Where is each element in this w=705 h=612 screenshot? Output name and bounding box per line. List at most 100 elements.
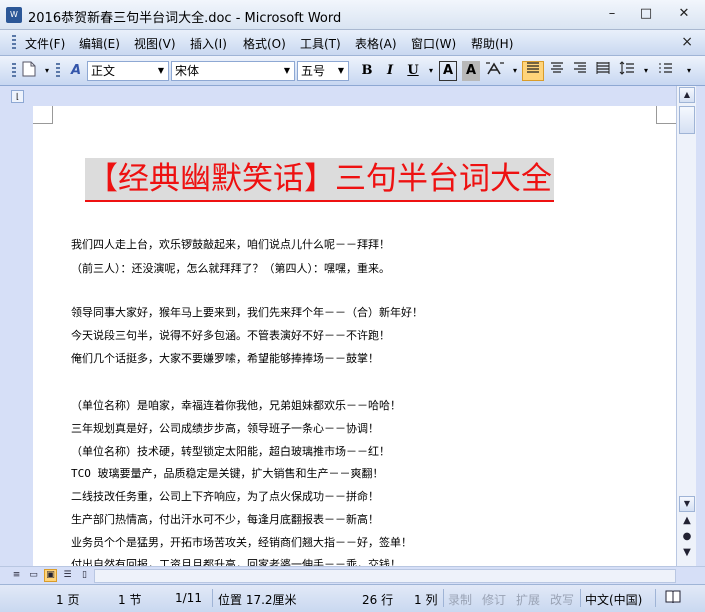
status-page-count: 1/11	[175, 591, 202, 605]
chevron-down-icon[interactable]: ▼	[154, 62, 168, 80]
document-line[interactable]: （单位名称）是咱家，幸福连着你我他，兄弟姐妹都欢乐－－哈哈！	[71, 397, 401, 413]
toolbar-options-dropdown[interactable]: ▾	[38, 61, 56, 81]
line-spacing-icon	[619, 61, 634, 75]
scroll-up-arrow-icon[interactable]: ▲	[679, 87, 695, 103]
status-divider	[580, 589, 581, 607]
document-line[interactable]: TCO 玻璃要量产，品质稳定是关键，扩大销售和生产－－爽翻！	[71, 465, 384, 481]
chevron-down-icon[interactable]: ▼	[280, 62, 294, 80]
styles-formatting-icon[interactable]: A	[66, 61, 86, 81]
web-layout-view-icon[interactable]: ▭	[27, 569, 40, 582]
character-scaling-icon	[486, 62, 504, 75]
document-line[interactable]: 我们四人走上台，欢乐锣鼓敲起来，咱们说点儿什么呢－－拜拜！	[71, 236, 390, 252]
document-line[interactable]: 俺们几个话挺多，大家不要嫌罗嗦，希望能够捧捧场－－鼓掌！	[71, 350, 379, 366]
document-line[interactable]: 领导同事大家好，猴年马上要来到，我们先来拜个年－－（合）新年好！	[71, 304, 423, 320]
document-line[interactable]: （单位名称）技术硬，转型锁定太阳能，超白玻璃推市场－－红！	[71, 443, 390, 459]
menu-tools[interactable]: 工具(T)	[300, 35, 341, 52]
document-line[interactable]: 生产部门热情高，付出汗水可不少，每逢月底翻报表－－新高！	[71, 511, 379, 527]
status-track-changes[interactable]: 修订	[482, 591, 506, 608]
align-center-icon	[551, 62, 563, 73]
menu-edit[interactable]: 编辑(E)	[79, 35, 120, 52]
new-document-button[interactable]	[20, 61, 38, 81]
font-combobox[interactable]: 宋体 ▼	[171, 61, 295, 81]
menu-help[interactable]: 帮助(H)	[471, 35, 513, 52]
outline-view-icon[interactable]: ☰	[61, 569, 74, 582]
status-position: 位置 17.2厘米	[218, 593, 297, 607]
browse-object-icon[interactable]: ●	[679, 530, 695, 546]
status-page: 1 页	[56, 593, 80, 607]
toolbar-grip-handle-2[interactable]	[56, 63, 60, 79]
chevron-down-icon[interactable]: ▼	[334, 62, 348, 80]
word-app-icon[interactable]: W	[6, 7, 22, 23]
menubar-grip-handle[interactable]	[12, 35, 16, 51]
menu-format[interactable]: 格式(O)	[243, 35, 286, 52]
font-size-combobox[interactable]: 五号 ▼	[297, 61, 349, 81]
status-extend-selection[interactable]: 扩展	[516, 591, 540, 608]
document-line[interactable]: （前三人）：还没演呢，怎么就拜拜了？（第四人）：嘿嘿，重来。	[71, 260, 390, 276]
scroll-thumb[interactable]	[679, 106, 695, 134]
document-page[interactable]: 【经典幽默笑话】三句半台词大全 我们四人走上台，欢乐锣鼓敲起来，咱们说点儿什么呢…	[33, 106, 676, 566]
status-record-macro[interactable]: 录制	[448, 591, 472, 608]
align-right-icon	[574, 62, 586, 73]
menu-file[interactable]: 文件(F)	[25, 35, 65, 52]
normal-view-icon[interactable]: ≡	[10, 569, 23, 582]
italic-button[interactable]: I	[381, 61, 399, 81]
numbering-button[interactable]	[656, 61, 676, 81]
menu-insert[interactable]: 插入(I)	[190, 35, 227, 52]
menu-window[interactable]: 窗口(W)	[411, 35, 456, 52]
style-combobox[interactable]: 正文 ▼	[87, 61, 169, 81]
character-scaling-button[interactable]	[484, 61, 506, 81]
page-corner-mark-right	[656, 106, 676, 124]
view-bar: ≡ ▭ ▣ ☰ ▯	[0, 566, 705, 584]
font-size-value: 五号	[301, 64, 326, 78]
status-language[interactable]: 中文(中国)	[585, 591, 642, 608]
title-bar: W 2016恭贺新春三句半台词大全.doc - Microsoft Word –…	[0, 0, 705, 30]
reading-layout-view-icon[interactable]: ▯	[78, 569, 91, 582]
menu-table[interactable]: 表格(A)	[355, 35, 397, 52]
status-overtype[interactable]: 改写	[550, 591, 574, 608]
status-divider	[443, 589, 444, 607]
align-right-button[interactable]	[570, 61, 590, 81]
minimize-button[interactable]: –	[600, 5, 624, 23]
status-divider	[212, 589, 213, 607]
status-section: 1 节	[118, 593, 142, 607]
tab-selector-icon[interactable]: ⌊	[11, 90, 24, 103]
next-page-icon[interactable]: ▼	[679, 546, 695, 562]
toolbar-overflow-dropdown[interactable]: ▾	[680, 61, 698, 81]
toolbar-grip-handle[interactable]	[12, 63, 16, 79]
maximize-button[interactable]: □	[634, 5, 658, 23]
character-border-button[interactable]: A	[439, 61, 457, 81]
previous-page-icon[interactable]: ▲	[679, 514, 695, 530]
bold-button[interactable]: B	[358, 61, 376, 81]
vertical-scrollbar[interactable]: ▲ ▼ ▲ ● ▼	[676, 86, 696, 566]
spelling-grammar-status-icon[interactable]	[664, 589, 682, 608]
align-center-button[interactable]	[547, 61, 567, 81]
print-layout-view-icon[interactable]: ▣	[44, 569, 57, 582]
line-spacing-dropdown[interactable]: ▾	[637, 61, 655, 81]
underline-button[interactable]: U	[404, 61, 422, 81]
distributed-align-button[interactable]	[593, 61, 613, 81]
book-icon	[665, 590, 681, 604]
underline-options-dropdown[interactable]: ▾	[422, 61, 440, 81]
document-title[interactable]: 【经典幽默笑话】三句半台词大全	[85, 158, 554, 202]
document-line[interactable]: 付出自然有回报，工资月月都升高，回家老婆一伸手－－乖，交钱！	[71, 556, 401, 566]
horizontal-scrollbar[interactable]	[94, 569, 676, 583]
document-close-icon[interactable]: ×	[681, 34, 693, 50]
formatting-toolbar: ▾ A 正文 ▼ 宋体 ▼ 五号 ▼ B I U ▾ A A ▾ ▾ ▾	[0, 56, 705, 86]
page-corner-mark-left	[33, 106, 53, 124]
align-justify-button[interactable]	[522, 61, 544, 81]
character-shading-button[interactable]: A	[462, 61, 480, 81]
document-line[interactable]: 二线技改任务重，公司上下齐响应，为了点火保成功－－拼命！	[71, 488, 379, 504]
status-divider	[655, 589, 656, 607]
close-button[interactable]: ✕	[672, 5, 696, 23]
status-column: 1 列	[414, 593, 438, 607]
status-bar: 1 页 1 节 1/11 位置 17.2厘米 26 行 1 列 录制 修订 扩展…	[0, 584, 705, 612]
scroll-down-arrow-icon[interactable]: ▼	[679, 496, 695, 512]
numbering-icon	[659, 63, 672, 73]
menu-view[interactable]: 视图(V)	[134, 35, 176, 52]
document-line[interactable]: 业务员个个是猛男，开拓市场苦攻关，经销商们翘大指－－好，签单！	[71, 534, 412, 550]
style-value: 正文	[91, 64, 116, 78]
line-spacing-button[interactable]	[617, 61, 637, 81]
document-line[interactable]: 三年规划真是好，公司成绩步步高，领导班子一条心－－协调！	[71, 420, 379, 436]
new-document-icon	[22, 61, 36, 77]
document-line[interactable]: 今天说段三句半，说得不好多包涵。不管表演好不好－－不许跑！	[71, 327, 390, 343]
